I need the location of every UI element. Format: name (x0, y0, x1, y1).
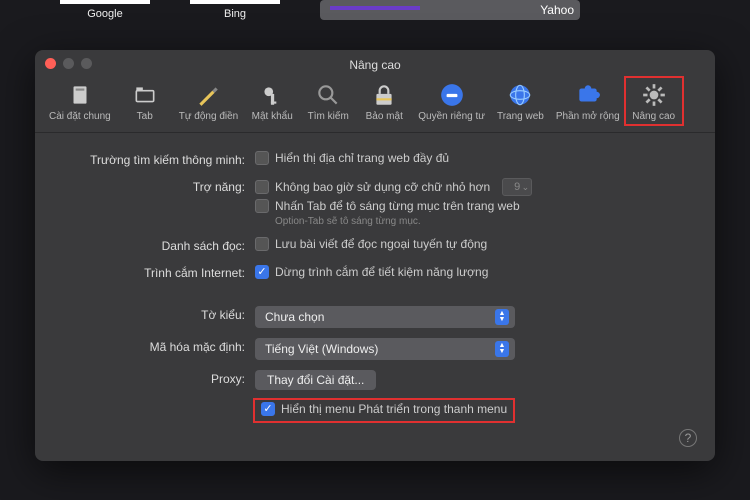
option-tab-note: Option-Tab sẽ tô sáng từng mục. (275, 216, 685, 227)
tab-security[interactable]: Bảo mật (356, 78, 412, 124)
tab-search[interactable]: Tìm kiếm (300, 78, 356, 124)
label-stylesheet: Tờ kiểu: (65, 306, 255, 322)
checkbox-stop-plugins[interactable]: ✓Dừng trình cắm để tiết kiệm năng lượng (255, 265, 488, 279)
font-size-stepper[interactable]: 9 (502, 178, 532, 196)
checkbox-show-develop-menu[interactable]: ✓Hiển thị menu Phát triển trong thanh me… (261, 402, 507, 416)
toolbar: Cài đặt chung Tab Tự động điền Mật khẩu … (35, 72, 715, 133)
zoom-button[interactable] (81, 58, 92, 69)
label-reading-list: Danh sách đọc: (65, 237, 255, 253)
tab-advanced[interactable]: Nâng cao (626, 78, 682, 124)
checkbox-press-tab[interactable]: Nhấn Tab để tô sáng từng mục trên trang … (255, 199, 520, 213)
preferences-window: Nâng cao Cài đặt chung Tab Tự động điền … (35, 50, 715, 461)
select-encoding[interactable]: Tiếng Việt (Windows)▲▼ (255, 338, 515, 360)
search-engine-thumb[interactable]: Google (60, 0, 150, 20)
checkbox-font-size[interactable]: Không bao giờ sử dụng cỡ chữ nhỏ hơn9 (255, 178, 532, 196)
tab-websites[interactable]: Trang web (491, 78, 550, 124)
label-internet-plugins: Trình cắm Internet: (65, 264, 255, 280)
tab-privacy[interactable]: Quyền riêng tư (412, 78, 491, 124)
checkbox-show-full-url[interactable]: Hiển thị địa chỉ trang web đầy đủ (255, 151, 449, 165)
window-title: Nâng cao (45, 56, 705, 72)
tab-tabs[interactable]: Tab (117, 78, 173, 124)
checkbox-save-offline[interactable]: Lưu bài viết để đọc ngoại tuyến tự động (255, 237, 487, 251)
label-encoding: Mã hóa mặc định: (65, 338, 255, 354)
close-button[interactable] (45, 58, 56, 69)
label-smart-search: Trường tìm kiếm thông minh: (65, 151, 255, 167)
tab-extensions[interactable]: Phần mở rộng (550, 78, 626, 124)
label-accessibility: Trợ năng: (65, 178, 255, 194)
label-proxy: Proxy: (65, 370, 255, 386)
select-stylesheet[interactable]: Chưa chọn▲▼ (255, 306, 515, 328)
tab-autofill[interactable]: Tự động điền (173, 78, 245, 124)
proxy-settings-button[interactable]: Thay đổi Cài đặt... (255, 370, 376, 390)
help-button[interactable]: ? (679, 429, 697, 447)
tab-passwords[interactable]: Mật khẩu (244, 78, 300, 124)
search-engine-thumb[interactable]: Bing (190, 0, 280, 20)
minimize-button[interactable] (63, 58, 74, 69)
search-engine-thumb[interactable]: Yahoo (320, 0, 580, 20)
tab-general[interactable]: Cài đặt chung (43, 78, 117, 124)
